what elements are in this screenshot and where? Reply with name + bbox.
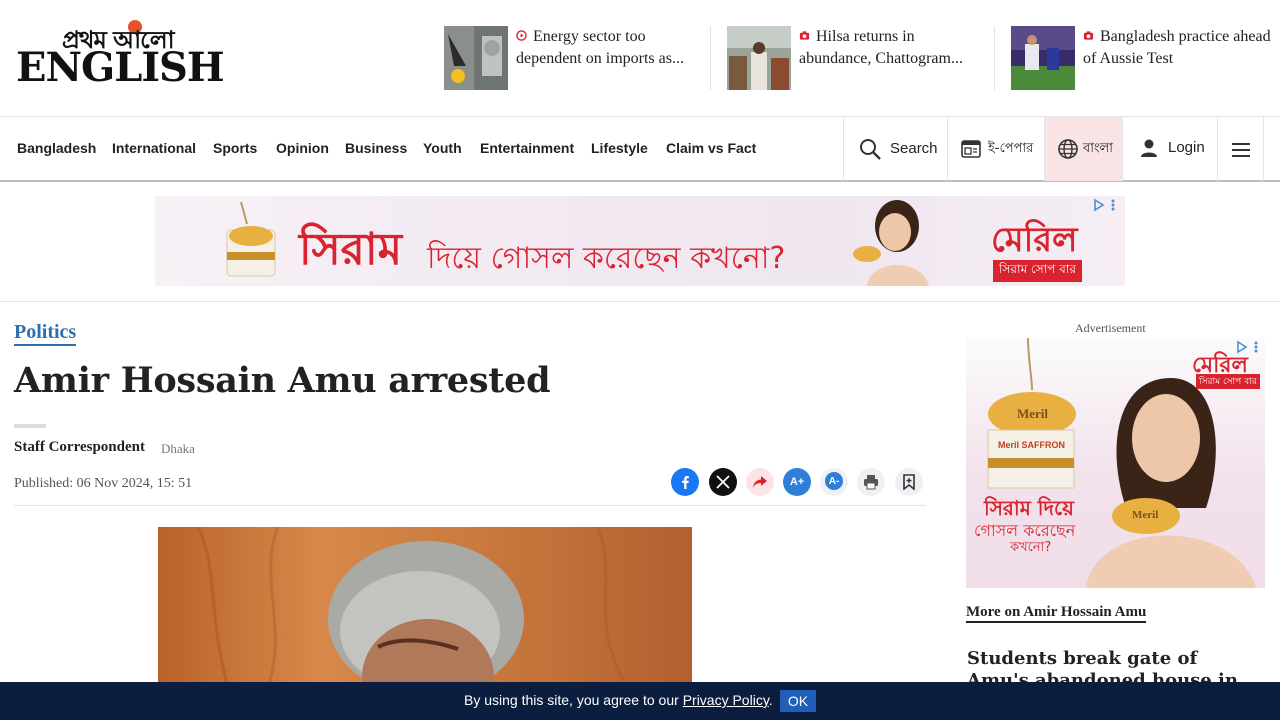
menu-button[interactable] xyxy=(1217,117,1264,181)
print-button[interactable] xyxy=(857,468,885,496)
cookie-ok-button[interactable]: OK xyxy=(780,690,816,712)
cookie-text: By using this site, you agree to our xyxy=(464,692,683,708)
article-category-link[interactable]: Politics xyxy=(14,320,77,346)
nav-item-youth[interactable]: Youth xyxy=(423,140,462,156)
cookie-message: By using this site, you agree to our Pri… xyxy=(464,692,773,708)
article-lead-photo xyxy=(158,527,692,687)
advertisement-label: Advertisement xyxy=(1075,321,1146,335)
banner-headline-rest: দিয়ে গোসল করেছেন কখনো? xyxy=(427,241,786,276)
share-button[interactable] xyxy=(746,468,774,496)
camera-icon xyxy=(799,31,810,40)
banner-headline-main: সিরাম xyxy=(299,224,403,275)
adchoices-icon[interactable] xyxy=(1093,198,1119,212)
search-label: Search xyxy=(890,140,938,157)
search-button[interactable]: Search xyxy=(843,117,947,181)
search-icon xyxy=(860,139,881,160)
nav-item-entertainment[interactable]: Entertainment xyxy=(480,140,574,156)
user-icon xyxy=(1141,139,1157,157)
teaser-thumbnail xyxy=(444,26,508,90)
cookie-period: . xyxy=(768,692,773,708)
article-author[interactable]: Staff Correspondent xyxy=(14,439,145,456)
teaser-headline: Hilsa returns in abundance, Chattogram..… xyxy=(799,28,963,67)
site-logo[interactable]: প্রথম আলো ENGLISH xyxy=(16,20,225,92)
article-location: Dhaka xyxy=(161,441,195,456)
meta-separator xyxy=(14,505,926,506)
bangla-label: বাংলা xyxy=(1083,141,1114,156)
teaser-thumbnail xyxy=(1011,26,1075,90)
nav-item-sports[interactable]: Sports xyxy=(213,140,257,156)
logo-english-text: ENGLISH xyxy=(16,44,225,91)
font-decrease-label: A- xyxy=(825,472,843,490)
related-section-title[interactable]: More on Amir Hossain Amu xyxy=(966,603,1147,623)
cookie-consent-bar: By using this site, you agree to our Pri… xyxy=(0,682,1280,720)
share-arrow-icon xyxy=(753,476,767,488)
globe-icon xyxy=(1058,139,1078,159)
top-ad-area: সিরাম দিয়ে গোসল করেছেন কখনো? মেরিল সিরা… xyxy=(0,182,1280,302)
published-date: Published: 06 Nov 2024, 15: 51 xyxy=(14,476,193,491)
model-image xyxy=(853,200,929,286)
font-decrease-button[interactable]: A- xyxy=(820,468,848,496)
camera-icon xyxy=(1083,31,1094,40)
sidebar-ad-brand-sub: সিরাম সোপ বার xyxy=(1196,374,1260,389)
bookmark-icon xyxy=(903,474,915,490)
privacy-policy-link[interactable]: Privacy Policy xyxy=(683,692,769,708)
nav-item-business[interactable]: Business xyxy=(345,140,407,156)
teaser-headline: Energy sector too dependent on imports a… xyxy=(516,28,684,67)
nav-item-opinion[interactable]: Opinion xyxy=(276,140,329,156)
sidebar-advertisement[interactable]: মেরিল সিরাম সোপ বার Meril Meril SAFFRON … xyxy=(966,338,1265,588)
print-icon xyxy=(864,475,878,490)
nav-item-lifestyle[interactable]: Lifestyle xyxy=(591,140,648,156)
epaper-button[interactable]: ই-পেপার xyxy=(947,117,1044,181)
nav-item-bangladesh[interactable]: Bangladesh xyxy=(17,140,96,156)
hamburger-menu-icon xyxy=(1232,143,1250,157)
facebook-icon xyxy=(682,476,689,489)
sidebar-ad-soap-label-2: Meril xyxy=(1132,509,1159,521)
teaser-divider xyxy=(994,26,995,90)
title-divider xyxy=(14,424,46,428)
adchoices-icon[interactable] xyxy=(1236,340,1262,354)
sidebar-ad-pack-label: Meril SAFFRON xyxy=(998,440,1066,450)
epaper-label: ই-পেপার xyxy=(988,141,1034,156)
main-navigation: Bangladesh International Sports Opinion … xyxy=(0,116,1280,182)
font-increase-button[interactable]: A+ xyxy=(783,468,811,496)
login-button[interactable]: Login xyxy=(1122,117,1217,181)
video-play-icon xyxy=(516,30,527,41)
bookmark-button[interactable] xyxy=(895,468,923,496)
x-twitter-icon xyxy=(716,475,730,489)
banner-advertisement[interactable]: সিরাম দিয়ে গোসল করেছেন কখনো? মেরিল সিরা… xyxy=(155,196,1125,286)
banner-brand-sub: সিরাম সোপ বার xyxy=(993,260,1082,282)
login-label: Login xyxy=(1168,139,1205,156)
teaser-headline: Bangladesh practice ahead of Aussie Test xyxy=(1083,28,1271,67)
article-title: Amir Hossain Amu arrested xyxy=(14,360,551,401)
nav-item-international[interactable]: International xyxy=(112,140,196,156)
site-header: প্রথম আলো ENGLISH Energy sector too depe… xyxy=(0,0,1280,116)
newspaper-icon xyxy=(961,140,981,158)
teaser-divider xyxy=(710,26,711,90)
facebook-share-button[interactable] xyxy=(671,468,699,496)
sidebar-ad-text-3: কখনো? xyxy=(1010,540,1052,555)
bangla-language-button[interactable]: বাংলা xyxy=(1044,117,1122,181)
soap-product-image xyxy=(226,202,276,277)
sidebar-ad-soap-label: Meril xyxy=(1017,406,1049,421)
teaser-thumbnail xyxy=(727,26,791,90)
x-share-button[interactable] xyxy=(709,468,737,496)
nav-item-claim-vs-fact[interactable]: Claim vs Fact xyxy=(666,140,756,156)
